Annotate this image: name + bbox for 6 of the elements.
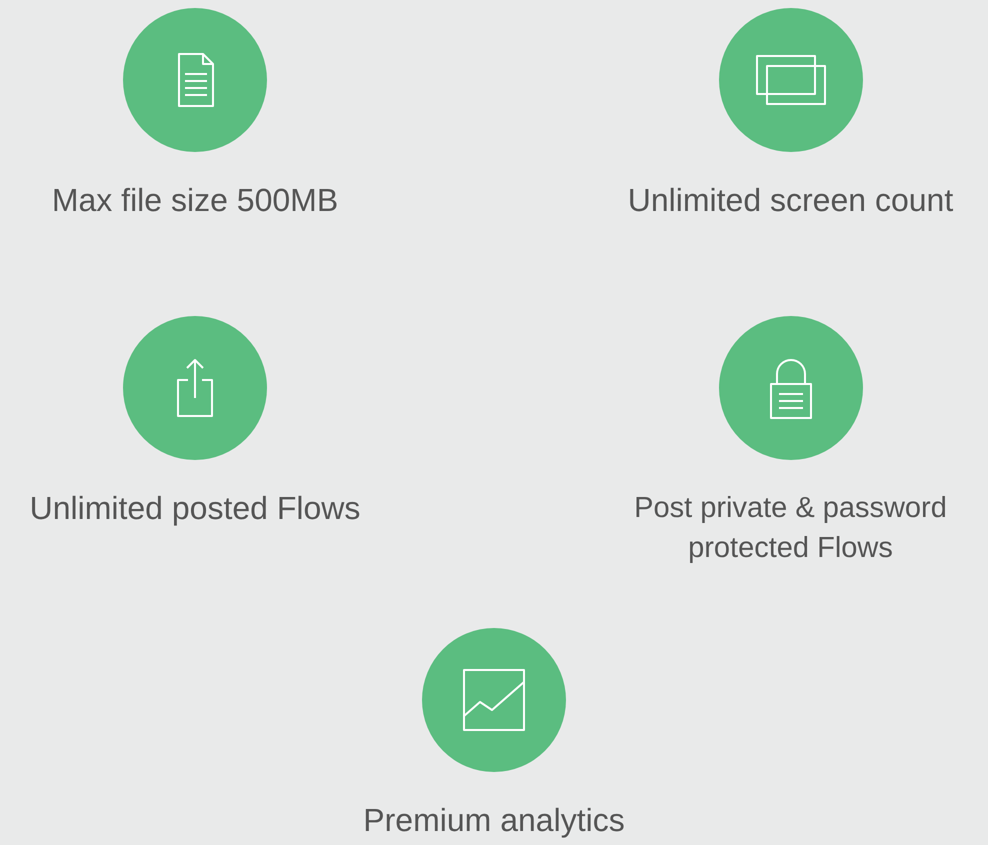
- feature-label: Premium analytics: [363, 801, 625, 840]
- line-chart-icon: [460, 666, 528, 734]
- feature-label: Post private & password protected Flows: [633, 491, 948, 566]
- feature-label: Max file size 500MB: [52, 181, 338, 220]
- feature-label: Unlimited posted Flows: [30, 489, 360, 528]
- feature-label: Unlimited screen count: [628, 181, 954, 220]
